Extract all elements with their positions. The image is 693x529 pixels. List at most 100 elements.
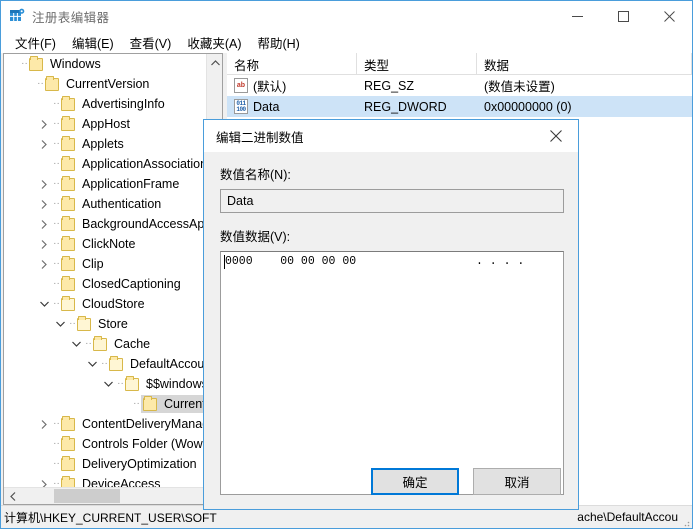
value-data-label: 数值数据(V): bbox=[220, 230, 291, 244]
maximize-button[interactable] bbox=[600, 1, 646, 31]
tree-connector: ·· bbox=[85, 338, 92, 349]
tree-item-content[interactable]: DeliveryOptimization bbox=[61, 455, 200, 472]
folder-icon bbox=[45, 75, 59, 91]
close-button[interactable] bbox=[646, 1, 692, 31]
tree-connector: ·· bbox=[53, 218, 60, 229]
tree-item[interactable]: ·· BackgroundAccessApplicat bbox=[4, 214, 208, 234]
tree-item-content[interactable]: CloudStore bbox=[61, 295, 148, 312]
chevron-down-icon[interactable] bbox=[36, 296, 52, 312]
tree-item-content[interactable]: ContentDeliveryManager bbox=[61, 415, 208, 432]
tree-item[interactable]: ·· AdvertisingInfo bbox=[4, 94, 208, 114]
tree-item[interactable]: ·· Cache bbox=[4, 334, 208, 354]
column-header[interactable]: 名称 bbox=[227, 53, 357, 75]
tree-item[interactable]: ·· AppHost bbox=[4, 114, 208, 134]
tree-horizontal-scrollbar[interactable] bbox=[4, 487, 222, 504]
tree-item-content[interactable]: ApplicationAssociationToas bbox=[61, 155, 208, 172]
tree-item[interactable]: ·· Controls Folder (Wow64) bbox=[4, 434, 208, 454]
chevron-right-icon[interactable] bbox=[36, 116, 52, 132]
tree-item-content[interactable]: ApplicationFrame bbox=[61, 175, 182, 192]
dialog-close-button[interactable] bbox=[533, 121, 578, 152]
folder-icon bbox=[61, 95, 75, 111]
menu-view[interactable]: 查看(V) bbox=[122, 31, 180, 54]
tree-item[interactable]: ·· Current bbox=[4, 394, 208, 414]
tree-item-content[interactable]: Cache bbox=[93, 335, 153, 352]
tree-item-label: CurrentVersion bbox=[66, 77, 150, 91]
scroll-up-icon[interactable] bbox=[207, 54, 222, 71]
tree-item[interactable]: ·· Authentication bbox=[4, 194, 208, 214]
tree-item-label: ApplicationFrame bbox=[82, 177, 180, 191]
tree-item[interactable]: ·· DeviceAccess bbox=[4, 474, 208, 488]
tree-item-content[interactable]: Controls Folder (Wow64) bbox=[61, 435, 208, 452]
value-name-input[interactable]: Data bbox=[220, 189, 564, 213]
value-name-text: (默认) bbox=[253, 80, 287, 94]
column-header[interactable]: 数据 bbox=[477, 53, 692, 75]
listview-body[interactable]: ab (默认) REG_SZ (数值未设置) 011 100 Data REG_DWORD 0x… bbox=[227, 75, 692, 117]
chevron-down-icon[interactable] bbox=[68, 336, 84, 352]
tree-connector: ·· bbox=[21, 58, 28, 69]
tree-item-content[interactable]: Authentication bbox=[61, 195, 164, 212]
tree-item[interactable]: ·· Applets bbox=[4, 134, 208, 154]
scroll-left-icon[interactable] bbox=[4, 488, 21, 504]
tree-connector: ·· bbox=[69, 318, 76, 329]
tree-item-label: Applets bbox=[82, 137, 124, 151]
tree-item-content[interactable]: Clip bbox=[61, 255, 107, 272]
chevron-right-icon[interactable] bbox=[36, 236, 52, 252]
menu-edit[interactable]: 编辑(E) bbox=[64, 31, 122, 54]
tree-line-spacer bbox=[36, 456, 52, 472]
listview-row[interactable]: 011 100 Data REG_DWORD 0x00000000 (0) bbox=[227, 96, 692, 117]
chevron-right-icon[interactable] bbox=[36, 416, 52, 432]
resize-grip-icon[interactable] bbox=[680, 516, 690, 527]
tree-item-content[interactable]: Store bbox=[77, 315, 131, 332]
tree-item[interactable]: ·· Clip bbox=[4, 254, 208, 274]
tree-item-content[interactable]: Current bbox=[141, 395, 208, 413]
chevron-right-icon[interactable] bbox=[36, 136, 52, 152]
tree-item-content[interactable]: DefaultAccount bbox=[109, 355, 208, 372]
tree-item-content[interactable]: AppHost bbox=[61, 115, 133, 132]
tree-item[interactable]: ·· $$windows.da bbox=[4, 374, 208, 394]
tree-item-content[interactable]: Applets bbox=[61, 135, 127, 152]
tree-item[interactable]: ·· ClosedCaptioning bbox=[4, 274, 208, 294]
minimize-button[interactable] bbox=[554, 1, 600, 31]
hscroll-track[interactable] bbox=[21, 488, 205, 504]
chevron-down-icon[interactable] bbox=[84, 356, 100, 372]
tree-item-content[interactable]: AdvertisingInfo bbox=[61, 95, 168, 112]
tree-item[interactable]: ·· CurrentVersion bbox=[4, 74, 208, 94]
chevron-right-icon[interactable] bbox=[36, 196, 52, 212]
chevron-right-icon[interactable] bbox=[36, 176, 52, 192]
tree-connector: ·· bbox=[53, 278, 60, 289]
hscroll-thumb[interactable] bbox=[54, 489, 120, 503]
tree-item[interactable]: ·· CloudStore bbox=[4, 294, 208, 314]
hex-editor[interactable]: 0000 00 00 00 00 . . . . bbox=[220, 251, 564, 495]
ok-button[interactable]: 确定 bbox=[371, 468, 459, 495]
tree-item-content[interactable]: BackgroundAccessApplicat bbox=[61, 215, 208, 232]
menu-help[interactable]: 帮助(H) bbox=[249, 31, 307, 54]
tree-item[interactable]: ·· DeliveryOptimization bbox=[4, 454, 208, 474]
tree-item[interactable]: ·· ApplicationFrame bbox=[4, 174, 208, 194]
tree-connector: ·· bbox=[53, 418, 60, 429]
tree-item-content[interactable]: Windows bbox=[29, 55, 104, 72]
column-header[interactable]: 类型 bbox=[357, 53, 477, 75]
tree-line-spacer bbox=[36, 156, 52, 172]
hex-ascii: . . . . bbox=[476, 255, 525, 268]
dword-value-icon: 011 100 bbox=[234, 99, 248, 114]
chevron-down-icon[interactable] bbox=[52, 316, 68, 332]
tree-item[interactable]: ·· ApplicationAssociationToas bbox=[4, 154, 208, 174]
tree-item[interactable]: ·· Windows bbox=[4, 54, 208, 74]
tree-item[interactable]: ·· DefaultAccount bbox=[4, 354, 208, 374]
chevron-right-icon[interactable] bbox=[36, 216, 52, 232]
tree-item-content[interactable]: CurrentVersion bbox=[45, 75, 152, 92]
tree-item-content[interactable]: ClickNote bbox=[61, 235, 139, 252]
registry-editor-icon bbox=[9, 8, 25, 24]
registry-tree[interactable]: ·· Windows ·· CurrentVersion ·· AdvertisingIn… bbox=[4, 54, 208, 488]
tree-item[interactable]: ·· Store bbox=[4, 314, 208, 334]
chevron-down-icon[interactable] bbox=[100, 376, 116, 392]
tree-item-content[interactable]: $$windows.da bbox=[125, 375, 208, 392]
tree-item[interactable]: ·· ContentDeliveryManager bbox=[4, 414, 208, 434]
tree-item[interactable]: ·· ClickNote bbox=[4, 234, 208, 254]
menu-file[interactable]: 文件(F) bbox=[7, 31, 64, 54]
tree-item-content[interactable]: ClosedCaptioning bbox=[61, 275, 184, 292]
chevron-right-icon[interactable] bbox=[36, 256, 52, 272]
menu-favorites[interactable]: 收藏夹(A) bbox=[179, 31, 249, 54]
listview-row[interactable]: ab (默认) REG_SZ (数值未设置) bbox=[227, 75, 692, 96]
cancel-button[interactable]: 取消 bbox=[473, 468, 561, 495]
